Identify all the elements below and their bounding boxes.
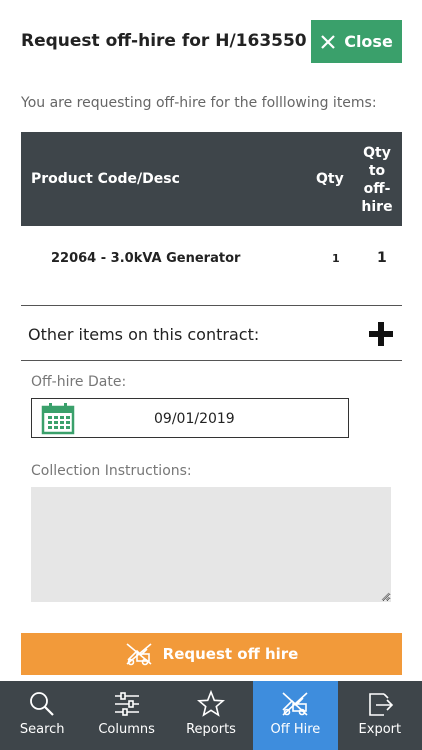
- page-title: Request off-hire for H/163550: [21, 31, 307, 51]
- request-off-hire-button[interactable]: Request off hire: [21, 633, 402, 675]
- off-hire-icon: [282, 692, 308, 716]
- column-header-desc: Product Code/Desc: [31, 171, 180, 187]
- tab-label: Search: [19, 722, 65, 737]
- column-header-line: hire: [361, 199, 393, 215]
- close-label: Close: [344, 32, 393, 51]
- tab-off-hire[interactable]: Off Hire: [253, 681, 338, 750]
- tab-label: Columns: [98, 722, 155, 737]
- sliders-icon: [114, 692, 139, 716]
- tab-export[interactable]: Export: [338, 681, 422, 750]
- search-icon: [30, 692, 54, 716]
- offhire-date-field[interactable]: 09/01/2019: [31, 398, 349, 438]
- collection-instructions-label: Collection Instructions:: [31, 463, 192, 479]
- export-icon: [369, 693, 393, 716]
- column-header-line: Qty: [363, 145, 391, 161]
- table-header: Product Code/Desc Qty Qty to off- hire: [21, 132, 402, 226]
- tab-search[interactable]: Search: [0, 681, 84, 750]
- tab-reports[interactable]: Reports: [169, 681, 253, 750]
- column-header-qty-off-hire: Qty to off- hire: [359, 144, 395, 216]
- off-hire-icon: [126, 643, 152, 666]
- column-header-line: to: [368, 163, 386, 179]
- tab-label: Off Hire: [270, 722, 321, 737]
- tab-label: Reports: [186, 722, 236, 737]
- offhire-date-value: 09/01/2019: [154, 411, 235, 427]
- items-table: Product Code/Desc Qty Qty to off- hire 2…: [21, 132, 402, 290]
- other-items-label: Other items on this contract:: [28, 325, 260, 344]
- row-desc: 22064 - 3.0kVA Generator: [51, 251, 241, 266]
- column-header-qty: Qty: [316, 171, 344, 187]
- offhire-date-label: Off-hire Date:: [31, 374, 127, 390]
- column-header-line: off-: [363, 181, 391, 197]
- bottom-tab-bar: Search Columns Reports Off Hire Export: [0, 681, 422, 750]
- table-row: 22064 - 3.0kVA Generator 1 1: [21, 226, 402, 290]
- tab-columns[interactable]: Columns: [84, 681, 168, 750]
- close-button[interactable]: Close: [311, 20, 402, 63]
- star-icon: [197, 690, 226, 717]
- tab-label: Export: [358, 722, 402, 737]
- header: Request off-hire for H/163550 Close: [0, 0, 422, 82]
- plus-icon[interactable]: [369, 322, 393, 346]
- close-icon: [321, 34, 335, 49]
- calendar-icon: [41, 403, 75, 435]
- collection-instructions-input[interactable]: [31, 487, 391, 602]
- other-items-section[interactable]: Other items on this contract:: [21, 305, 402, 361]
- request-off-hire-label: Request off hire: [162, 645, 299, 663]
- intro-text: You are requesting off-hire for the foll…: [21, 95, 377, 111]
- row-qty-off-hire[interactable]: 1: [377, 250, 387, 266]
- resize-grip-icon[interactable]: [381, 592, 390, 601]
- row-qty: 1: [332, 252, 340, 265]
